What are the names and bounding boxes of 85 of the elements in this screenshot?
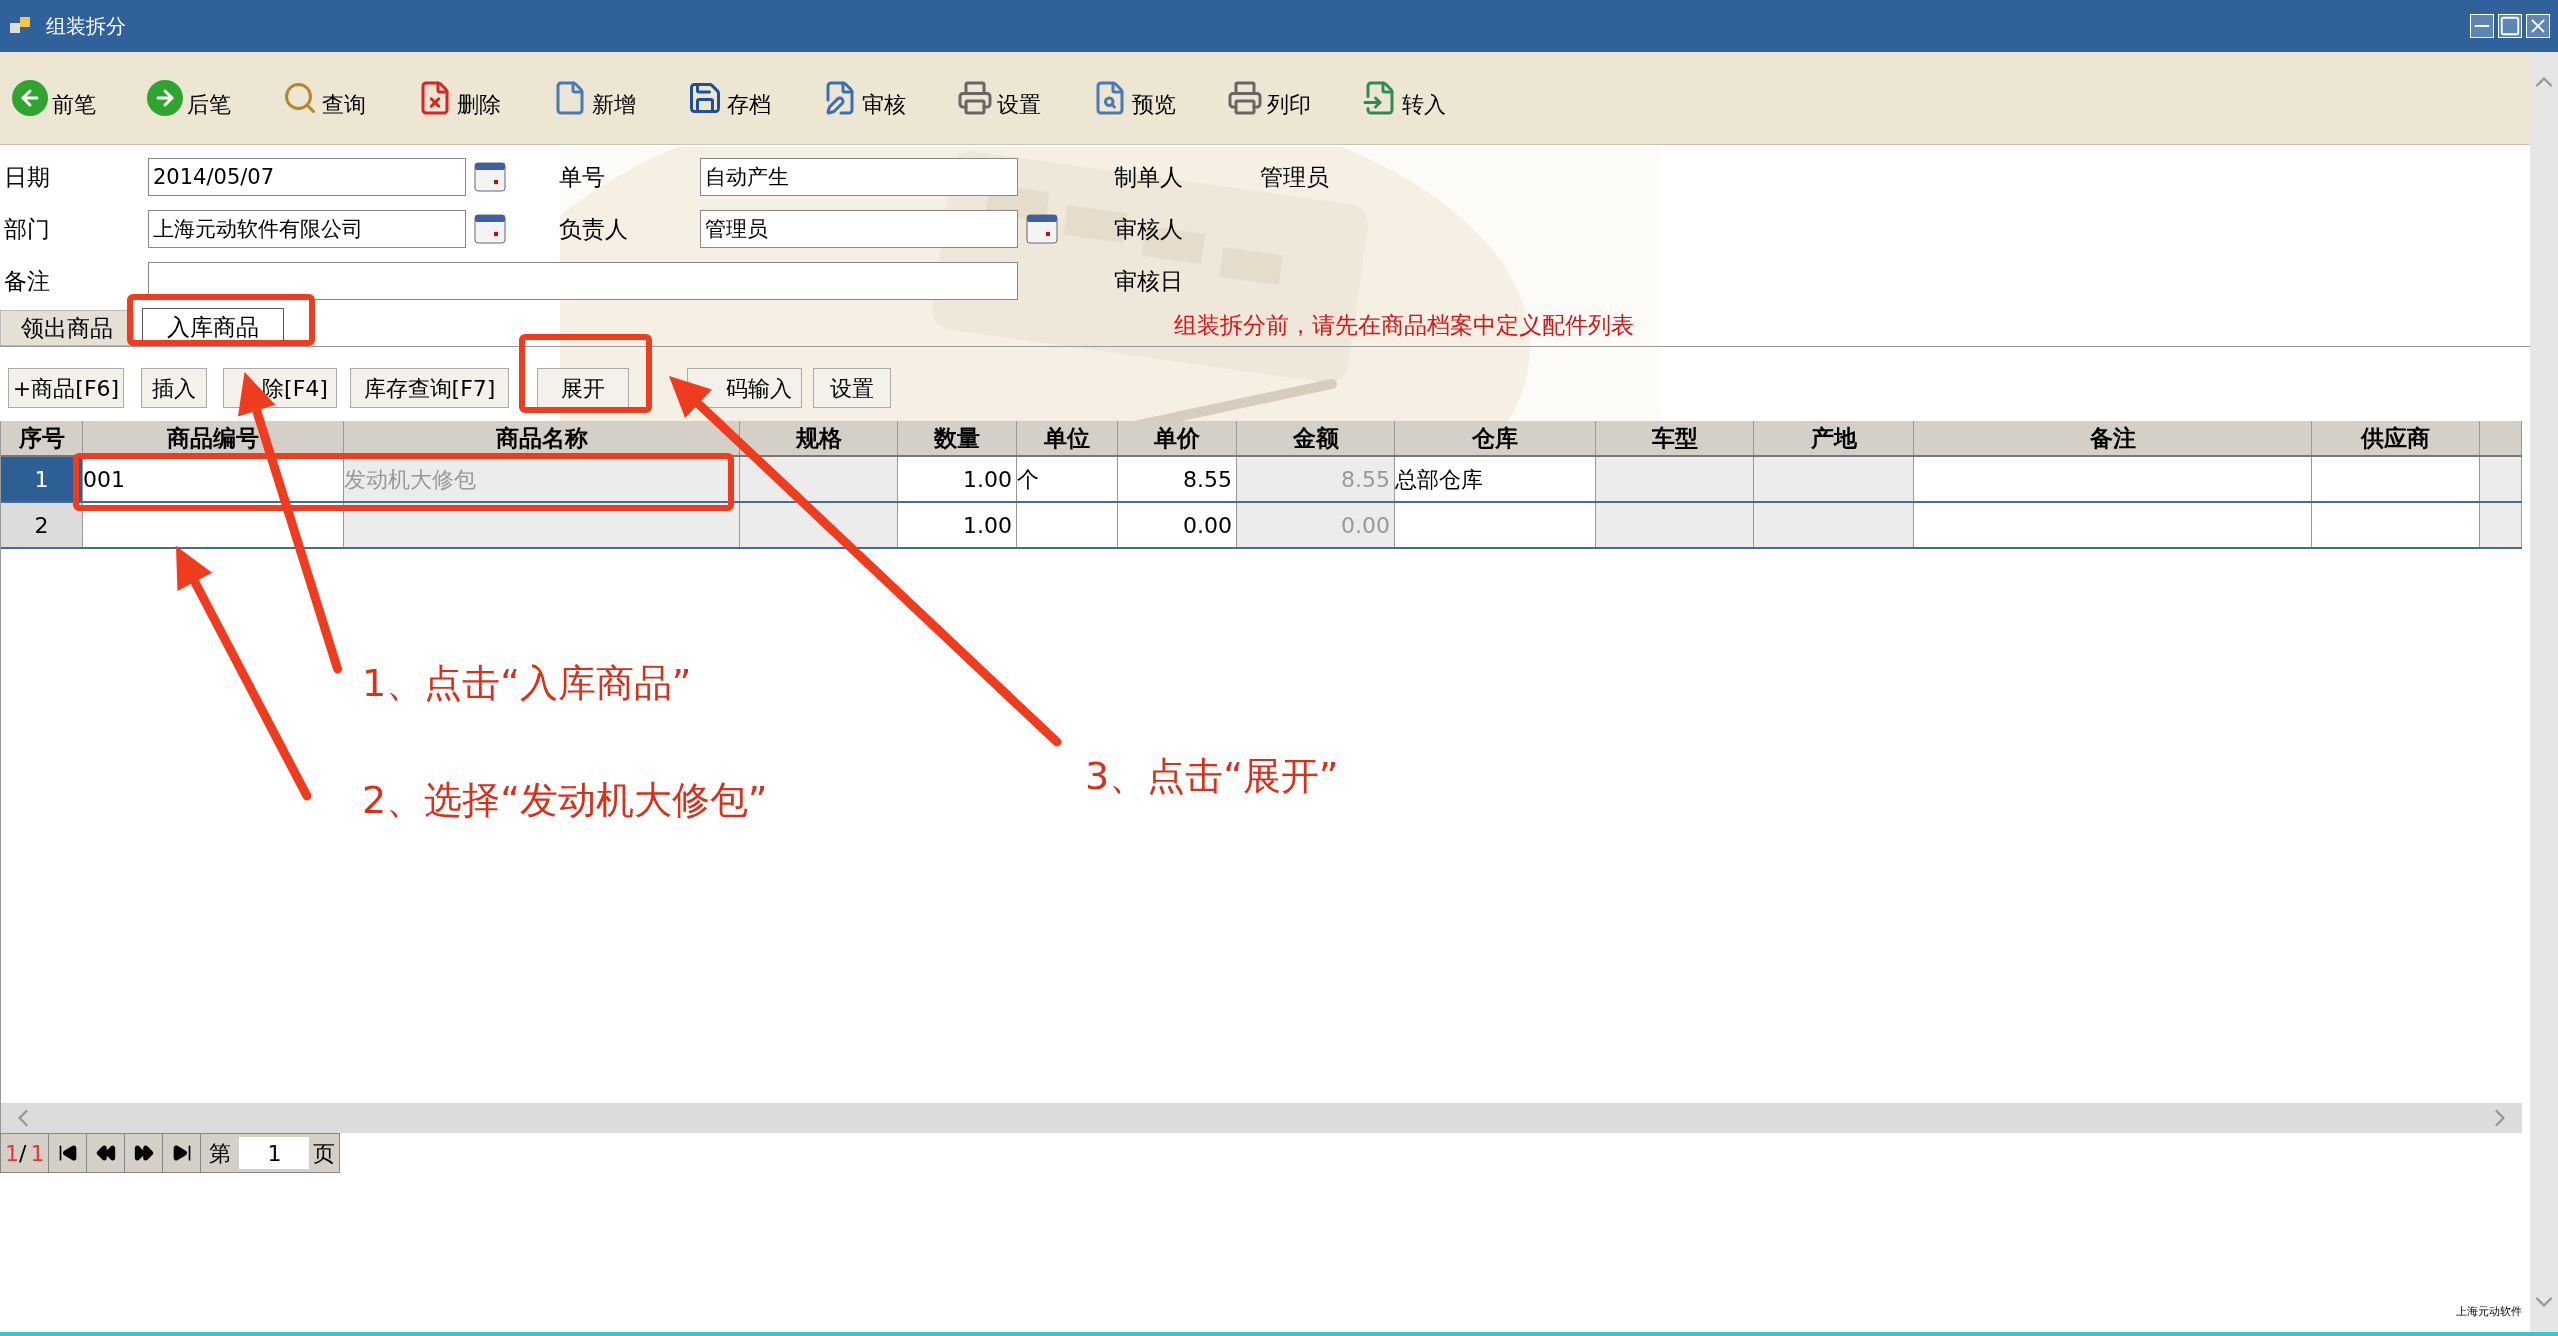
- column-header[interactable]: 数量: [898, 421, 1017, 455]
- field-label: 审核日: [1113, 266, 1184, 296]
- table-cell: 2: [1, 503, 83, 547]
- close-icon[interactable]: [2526, 14, 2550, 38]
- minimize-icon[interactable]: [2470, 14, 2494, 38]
- last-page-icon: [171, 1143, 192, 1163]
- page-separator: /: [19, 1139, 27, 1168]
- column-header[interactable]: 单价: [1118, 421, 1237, 455]
- grid-button[interactable]: +商品[F6]: [8, 368, 124, 408]
- toolbar-button[interactable]: 查询: [282, 80, 417, 116]
- toolbar-button[interactable]: 设置: [957, 80, 1092, 116]
- toolbar-button[interactable]: 审核: [822, 80, 957, 116]
- toolbar-button[interactable]: 前笔: [12, 80, 147, 116]
- page-total: 1: [29, 1139, 45, 1168]
- input-field[interactable]: 上海元动软件有限公司: [148, 210, 466, 248]
- field-label: 制单人: [1113, 162, 1184, 192]
- toolbar-button[interactable]: 预览: [1092, 80, 1227, 116]
- column-header[interactable]: 车型: [1596, 421, 1754, 455]
- annotation-text: 3、点击“展开”: [1085, 753, 1339, 800]
- back-icon: [12, 80, 48, 116]
- table-cell: [2480, 503, 2522, 547]
- next-page-icon: [133, 1143, 154, 1163]
- maximize-icon[interactable]: [2498, 14, 2522, 38]
- toolbar-button[interactable]: 新增: [552, 80, 687, 116]
- printer-icon: [957, 80, 993, 116]
- toolbar-button[interactable]: 删除: [417, 80, 552, 116]
- printer-icon: [1227, 80, 1263, 116]
- vertical-scrollbar[interactable]: [2530, 52, 2558, 1332]
- input-field[interactable]: 管理员: [700, 210, 1018, 248]
- table-cell: 8.55: [1237, 457, 1395, 501]
- table-cell: [2480, 457, 2522, 501]
- window-title: 组装拆分: [46, 13, 126, 40]
- toolbar-button[interactable]: 存档: [687, 80, 822, 116]
- column-header[interactable]: 仓库: [1395, 421, 1596, 455]
- input-field[interactable]: 自动产生: [700, 158, 1018, 196]
- column-header[interactable]: 商品名称: [344, 421, 740, 455]
- input-field[interactable]: [148, 262, 1018, 300]
- toolbar-button[interactable]: 转入: [1362, 80, 1497, 116]
- field-label: 备注: [3, 266, 51, 296]
- grid-button[interactable]: 设置: [813, 368, 891, 408]
- notice-text: 组装拆分前，请先在商品档案中定义配件列表: [1174, 310, 1634, 340]
- first-page-icon: [57, 1143, 78, 1163]
- table-cell: 个: [1017, 457, 1118, 501]
- field-value: 管理员: [1259, 162, 1329, 192]
- column-header[interactable]: 备注: [1914, 421, 2312, 455]
- field-label: 部门: [3, 214, 51, 244]
- field-label: 单号: [558, 162, 606, 192]
- page-input[interactable]: 1: [239, 1137, 310, 1169]
- field-label: 日期: [3, 162, 51, 192]
- field-label: 审核人: [1113, 214, 1184, 244]
- column-header[interactable]: 产地: [1754, 421, 1914, 455]
- grid-button[interactable]: 展开: [537, 368, 629, 408]
- input-field[interactable]: 2014/05/07: [148, 158, 466, 196]
- page-prefix: 第: [208, 1139, 233, 1168]
- table-cell: 1: [1, 457, 83, 501]
- table-cell: 0.00: [1237, 503, 1395, 547]
- calendar-icon[interactable]: [474, 162, 506, 192]
- floppy-icon: [687, 80, 723, 116]
- toolbar-button[interactable]: 列印: [1227, 80, 1362, 116]
- forward-icon: [147, 80, 183, 116]
- search-icon: [282, 80, 318, 116]
- column-header[interactable]: 商品编号: [83, 421, 344, 455]
- toolbar-button[interactable]: 后笔: [147, 80, 282, 116]
- column-header[interactable]: 供应商: [2312, 421, 2480, 455]
- column-header[interactable]: 序号: [1, 421, 83, 455]
- field-label: 负责人: [558, 214, 629, 244]
- annotation-text: 1、点击“入库商品”: [362, 660, 692, 707]
- calendar-icon[interactable]: [1026, 214, 1058, 244]
- tab[interactable]: 领出商品: [0, 310, 134, 346]
- footer-text: 上海元动软件: [2456, 1303, 2522, 1320]
- table-cell: 发动机大修包: [344, 457, 740, 501]
- table-cell: 总部仓库: [1395, 457, 1596, 501]
- column-header[interactable]: 单位: [1017, 421, 1118, 455]
- table-cell: 001: [83, 457, 344, 501]
- grid-button[interactable]: 插入: [141, 368, 207, 408]
- grid-button[interactable]: 库存查询[F7]: [350, 368, 509, 408]
- horizontal-scrollbar[interactable]: [1, 1103, 2522, 1133]
- column-header[interactable]: 规格: [740, 421, 898, 455]
- annotation-text: 2、选择“发动机大修包”: [362, 777, 768, 824]
- calendar-icon[interactable]: [474, 214, 506, 244]
- page-suffix: 页: [312, 1139, 337, 1168]
- grid-button[interactable]: 码输入: [687, 368, 802, 408]
- previous-page-icon: [95, 1143, 116, 1163]
- column-header[interactable]: 金额: [1237, 421, 1395, 455]
- page-current: 1: [5, 1139, 19, 1168]
